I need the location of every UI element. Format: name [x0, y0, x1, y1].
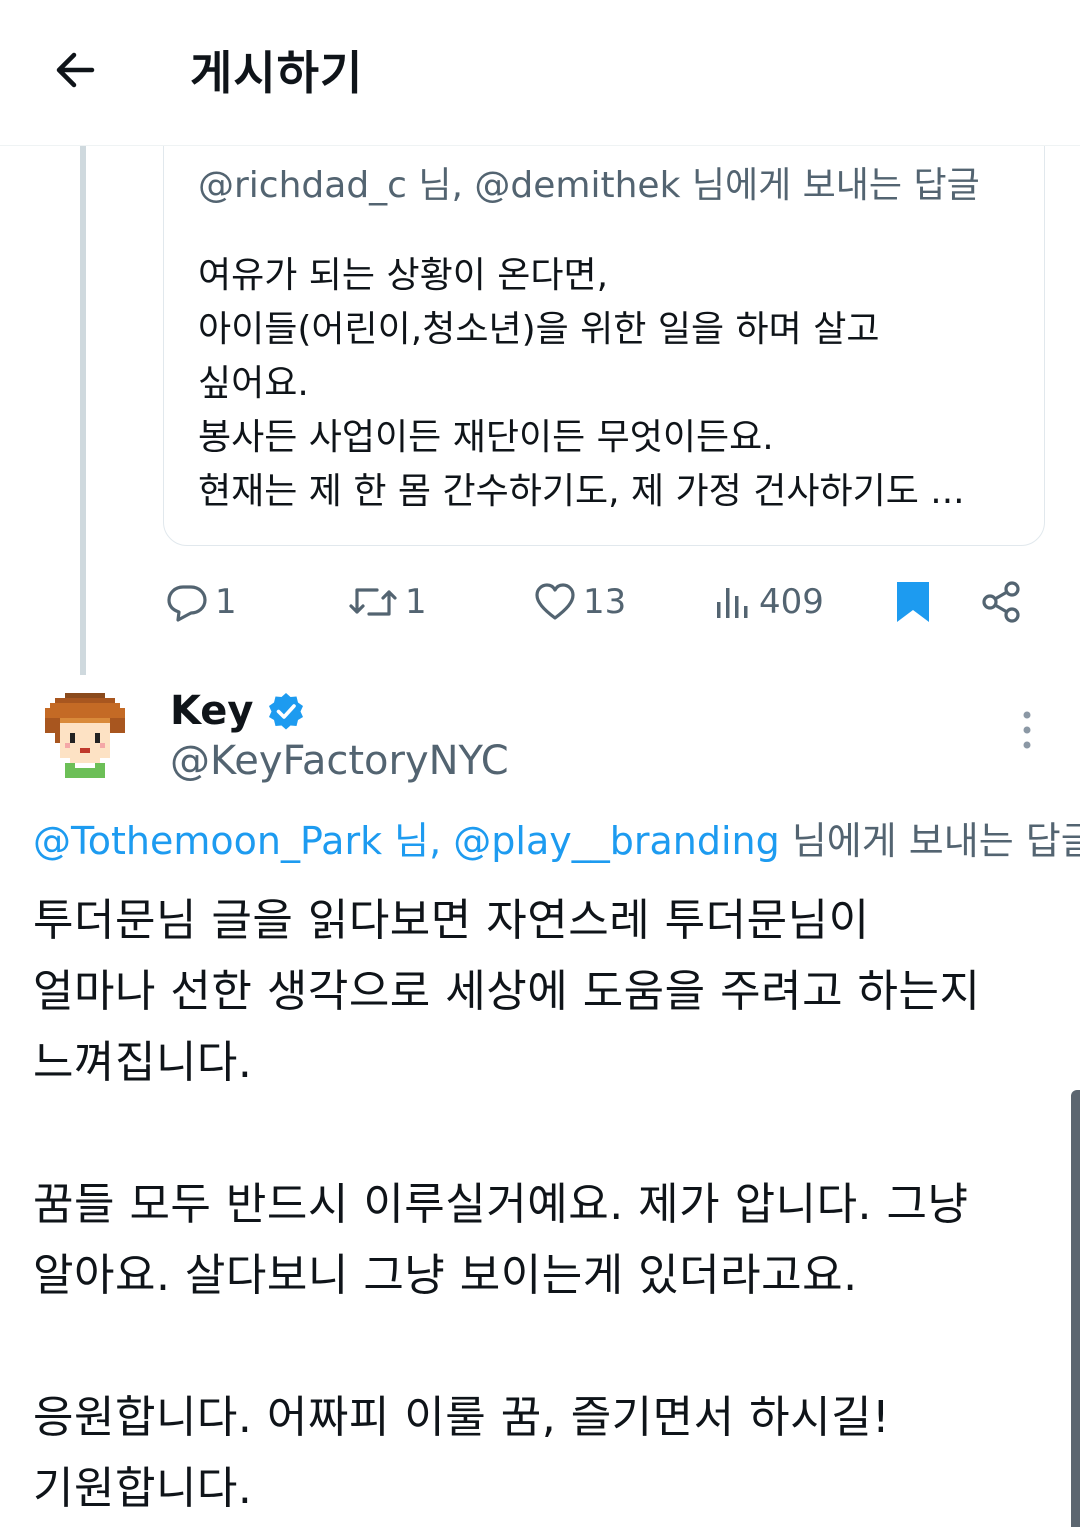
like-button[interactable]: 13: [533, 570, 626, 634]
replying-separator: 님,: [382, 819, 454, 863]
mention-link[interactable]: @play__branding: [453, 819, 779, 863]
top-app-bar: 게시하기: [0, 0, 1080, 146]
body-line: 응원합니다. 어짜피 이룰 꿈, 즐기면서 하시길!: [33, 1392, 891, 1443]
page-title: 게시하기: [190, 46, 364, 100]
body-line: 알아요. 살다보니 그냥 보이는게 있더라고요.: [33, 1250, 858, 1301]
pixel-character-avatar: [45, 693, 125, 778]
repost-button[interactable]: 1: [347, 570, 427, 634]
body-line: 기원합니다.: [33, 1463, 253, 1514]
tweet-action-bar: 1 1 13 409: [165, 570, 1045, 634]
replying-handle-2: @demithek: [474, 165, 681, 206]
quoted-tweet-card[interactable]: @richdad_c 님, @demithek 님에게 보내는 답글 여유가 되…: [163, 118, 1045, 546]
quoted-line: 현재는 제 한 몸 간수하기도, 제 가정 건사하기도 ...: [198, 471, 965, 512]
repost-arrows-icon: [349, 588, 397, 616]
share-button[interactable]: [980, 570, 1024, 634]
reply-count: 1: [215, 582, 237, 622]
reply-author-row: Key @KeyFactoryNYC: [0, 680, 1080, 790]
bookmark-filled-icon: [897, 582, 929, 622]
replying-to-line: @Tothemoon_Park 님, @play__branding 님에게 보…: [33, 815, 1080, 867]
quoted-replying-to: @richdad_c 님, @demithek 님에게 보내는 답글: [198, 161, 980, 211]
replying-suffix: 님에게 보내는 답글: [680, 165, 980, 206]
paragraph-break: [33, 1311, 1073, 1382]
paragraph-break: [33, 1098, 1073, 1169]
tweet-body: 투더문님 글을 읽다보면 자연스레 투더문님이 얼마나 선한 생각으로 세상에 …: [33, 885, 1073, 1524]
speech-bubble-icon: [167, 585, 207, 622]
avatar[interactable]: [40, 688, 130, 788]
quoted-tweet-text: 여유가 되는 상황이 온다면, 아이들(어린이,청소년)을 위한 일을 하며 살…: [198, 249, 1018, 519]
author-handle[interactable]: @KeyFactoryNYC: [170, 735, 509, 787]
vertical-ellipsis-icon: [1023, 711, 1031, 749]
more-options-button[interactable]: [1010, 705, 1044, 755]
thread-connector-line: [80, 145, 86, 675]
author-name-row[interactable]: Key: [170, 685, 306, 737]
body-line: 얼마나 선한 생각으로 세상에 도움을 주려고 하는지: [33, 966, 981, 1017]
quoted-line: 봉사든 사업이든 재단이든 무엇이든요.: [198, 417, 774, 458]
author-display-name: Key: [170, 688, 254, 734]
body-line: 꿈들 모두 반드시 이루실거예요. 제가 압니다. 그냥: [33, 1179, 969, 1230]
reply-button[interactable]: 1: [165, 570, 237, 634]
bar-chart-icon: [717, 588, 748, 618]
heart-icon: [535, 583, 575, 620]
replying-separator: 님,: [406, 165, 475, 206]
mention-link[interactable]: @Tothemoon_Park: [33, 819, 382, 863]
view-count: 409: [759, 582, 824, 622]
views-button[interactable]: 409: [713, 570, 824, 634]
body-line: 투더문님 글을 읽다보면 자연스레 투더문님이: [33, 895, 870, 946]
back-button[interactable]: [44, 40, 104, 100]
arrow-left-icon: [56, 52, 95, 88]
verified-badge-icon: [268, 693, 303, 730]
replying-suffix: 님에게 보내는 답글: [779, 819, 1080, 863]
like-count: 13: [583, 582, 627, 622]
bookmark-button[interactable]: [893, 570, 933, 634]
body-line: 느껴집니다.: [33, 1037, 253, 1088]
repost-count: 1: [405, 582, 427, 622]
quoted-line: 싶어요.: [198, 363, 309, 404]
replying-handle-1: @richdad_c: [198, 165, 407, 206]
quoted-line: 여유가 되는 상황이 온다면,: [198, 255, 609, 296]
scrollbar[interactable]: [1071, 1090, 1080, 1527]
share-icon: [982, 581, 1020, 623]
quoted-line: 아이들(어린이,청소년)을 위한 일을 하며 살고: [198, 309, 880, 350]
